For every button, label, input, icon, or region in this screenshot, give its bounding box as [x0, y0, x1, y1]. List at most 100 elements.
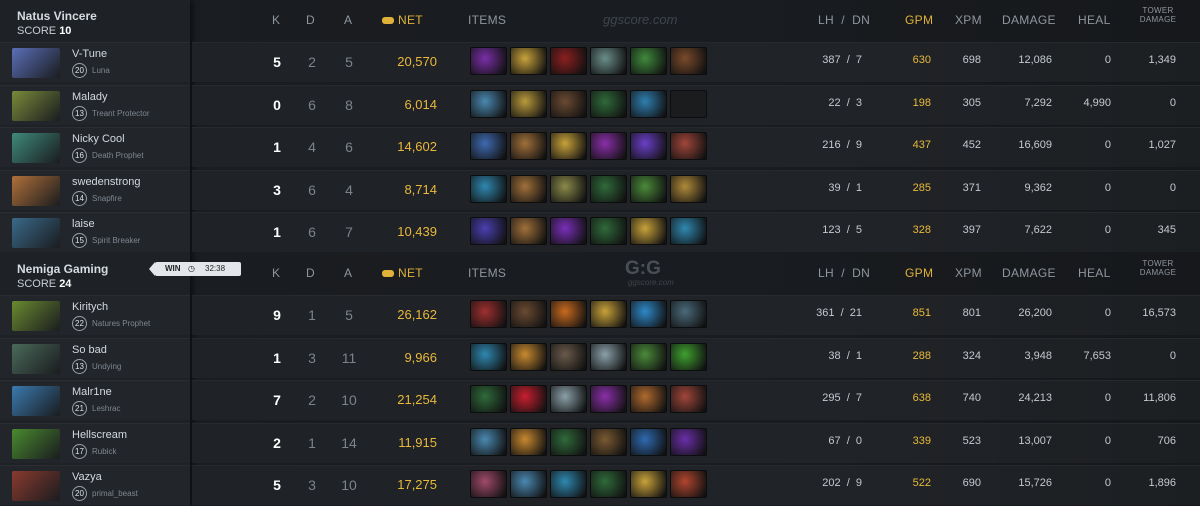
item-icon[interactable]: [550, 47, 587, 75]
player-row[interactable]: Malr1ne 21 Leshrac 7 2 10 21,254 295 / 7…: [0, 380, 1200, 420]
hero-portrait[interactable]: [12, 91, 60, 121]
item-icon[interactable]: [670, 470, 707, 498]
player-row[interactable]: Kiritych 22 Natures Prophet 9 1 5 26,162…: [0, 295, 1200, 335]
item-icon[interactable]: [550, 217, 587, 245]
player-row[interactable]: Vazya 20 primal_beast 5 3 10 17,275 202 …: [0, 465, 1200, 505]
item-icon[interactable]: [470, 470, 507, 498]
item-icon[interactable]: [550, 300, 587, 328]
item-icon[interactable]: [510, 428, 547, 456]
col-header-a: A: [344, 13, 353, 27]
item-icon[interactable]: [630, 385, 667, 413]
hero-damage: 7,622: [1024, 224, 1052, 236]
item-icon[interactable]: [630, 300, 667, 328]
player-name[interactable]: V-Tune: [72, 48, 107, 60]
item-icon[interactable]: [550, 343, 587, 371]
item-icon[interactable]: [590, 175, 627, 203]
item-icon[interactable]: [510, 90, 547, 118]
item-icon[interactable]: [670, 47, 707, 75]
item-icon[interactable]: [590, 47, 627, 75]
team-header: Natus Vincere SCORE 10 K D A NET ITEMS L…: [0, 0, 1200, 42]
hero-portrait[interactable]: [12, 301, 60, 331]
player-row[interactable]: laise 15 Spirit Breaker 1 6 7 10,439 123…: [0, 212, 1200, 252]
item-icon[interactable]: [550, 470, 587, 498]
item-icon[interactable]: [550, 90, 587, 118]
last-hits-denies: 39 / 1: [828, 182, 862, 194]
item-icon[interactable]: [670, 300, 707, 328]
last-hits-denies: 216 / 9: [822, 139, 862, 151]
item-icon[interactable]: [630, 175, 667, 203]
hero-portrait[interactable]: [12, 218, 60, 248]
item-icon[interactable]: [630, 470, 667, 498]
item-icon[interactable]: [470, 132, 507, 160]
item-icon[interactable]: [470, 217, 507, 245]
item-icon[interactable]: [510, 47, 547, 75]
item-icon[interactable]: [470, 385, 507, 413]
item-icon[interactable]: [590, 343, 627, 371]
item-icon[interactable]: [590, 132, 627, 160]
item-icon[interactable]: [590, 217, 627, 245]
item-icon[interactable]: [670, 132, 707, 160]
player-row[interactable]: Hellscream 17 Rubick 2 1 14 11,915 67 / …: [0, 423, 1200, 463]
item-icon[interactable]: [470, 300, 507, 328]
hero-level-badge: 20: [72, 486, 87, 501]
item-icon[interactable]: [550, 385, 587, 413]
item-icon[interactable]: [670, 343, 707, 371]
item-icon[interactable]: [470, 428, 507, 456]
player-name[interactable]: So bad: [72, 344, 107, 356]
item-icon[interactable]: [470, 90, 507, 118]
item-icon[interactable]: [590, 470, 627, 498]
player-name[interactable]: Nicky Cool: [72, 133, 125, 145]
item-icon[interactable]: [590, 428, 627, 456]
player-name[interactable]: Hellscream: [72, 429, 127, 441]
empty-item-slot[interactable]: [670, 90, 707, 118]
item-icon[interactable]: [470, 343, 507, 371]
item-icon[interactable]: [670, 175, 707, 203]
hero-portrait[interactable]: [12, 344, 60, 374]
item-icon[interactable]: [510, 343, 547, 371]
item-icon[interactable]: [670, 217, 707, 245]
player-row[interactable]: V-Tune 20 Luna 5 2 5 20,570 387 / 7 630 …: [0, 42, 1200, 82]
item-icon[interactable]: [630, 90, 667, 118]
item-icon[interactable]: [510, 300, 547, 328]
item-icon[interactable]: [470, 175, 507, 203]
player-row[interactable]: So bad 13 Undying 1 3 11 9,966 38 / 1 28…: [0, 338, 1200, 378]
player-name[interactable]: Vazya: [72, 471, 102, 483]
item-icon[interactable]: [510, 175, 547, 203]
item-icon[interactable]: [590, 90, 627, 118]
item-icon[interactable]: [510, 385, 547, 413]
item-icon[interactable]: [630, 217, 667, 245]
item-icon[interactable]: [510, 217, 547, 245]
hero-portrait[interactable]: [12, 133, 60, 163]
hero-name: Snapfire: [92, 194, 122, 203]
player-name[interactable]: laise: [72, 218, 95, 230]
player-name[interactable]: Malady: [72, 91, 107, 103]
item-icon[interactable]: [590, 385, 627, 413]
item-icon[interactable]: [630, 428, 667, 456]
item-icon[interactable]: [670, 428, 707, 456]
player-row[interactable]: swedenstrong 14 Snapfire 3 6 4 8,714 39 …: [0, 170, 1200, 210]
player-name[interactable]: swedenstrong: [72, 176, 141, 188]
item-icon[interactable]: [510, 132, 547, 160]
item-icon[interactable]: [630, 132, 667, 160]
hero-portrait[interactable]: [12, 429, 60, 459]
net-worth: 21,254: [397, 392, 437, 407]
player-name[interactable]: Malr1ne: [72, 386, 112, 398]
item-icon[interactable]: [470, 47, 507, 75]
item-icon[interactable]: [670, 385, 707, 413]
hero-portrait[interactable]: [12, 48, 60, 78]
hero-portrait[interactable]: [12, 386, 60, 416]
col-header-items: ITEMS: [468, 266, 507, 280]
net-worth: 8,714: [404, 182, 437, 197]
item-icon[interactable]: [550, 175, 587, 203]
player-row[interactable]: Nicky Cool 16 Death Prophet 1 4 6 14,602…: [0, 127, 1200, 167]
item-icon[interactable]: [550, 132, 587, 160]
player-name[interactable]: Kiritych: [72, 301, 108, 313]
hero-portrait[interactable]: [12, 471, 60, 501]
hero-portrait[interactable]: [12, 176, 60, 206]
item-icon[interactable]: [630, 343, 667, 371]
item-icon[interactable]: [550, 428, 587, 456]
item-icon[interactable]: [590, 300, 627, 328]
player-row[interactable]: Malady 13 Treant Protector 0 6 8 6,014 2…: [0, 85, 1200, 125]
item-icon[interactable]: [630, 47, 667, 75]
item-icon[interactable]: [510, 470, 547, 498]
